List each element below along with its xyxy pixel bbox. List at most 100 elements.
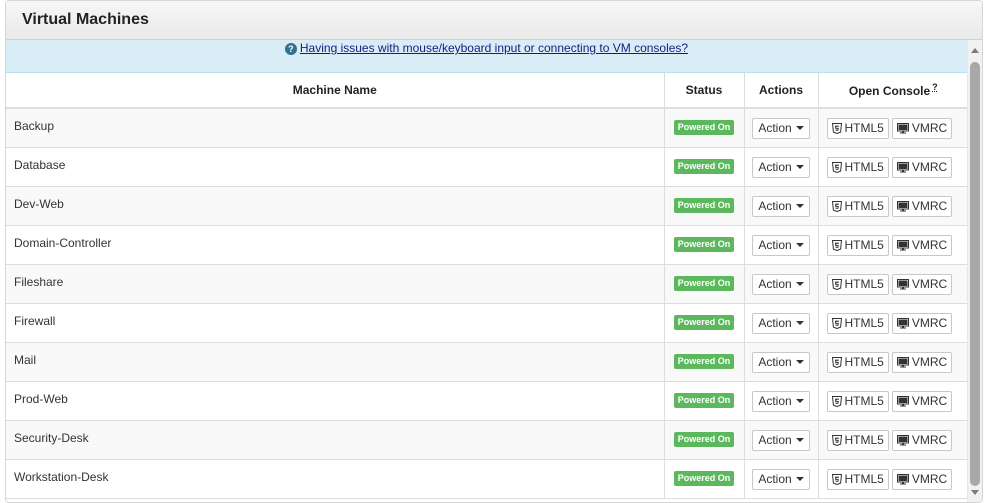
- status-badge: Powered On: [673, 470, 735, 486]
- monitor-icon: [896, 316, 909, 335]
- action-dropdown-button[interactable]: Action: [752, 468, 810, 490]
- question-circle-icon: ?: [284, 43, 297, 55]
- vmrc-console-button[interactable]: VMRC: [891, 429, 953, 452]
- vmrc-console-button[interactable]: VMRC: [891, 234, 953, 257]
- status-cell: Powered On: [664, 381, 745, 421]
- vmrc-button-label: VMRC: [911, 432, 948, 447]
- action-button-label: Action: [758, 315, 792, 330]
- monitor-icon: [896, 238, 909, 257]
- column-header-status: Status: [664, 73, 745, 109]
- monitor-icon: [896, 355, 909, 374]
- table-row: Workstation-Desk Powered On Action HTML5 VMR…: [6, 459, 967, 499]
- vmrc-button-label: VMRC: [911, 276, 948, 291]
- action-button-label: Action: [758, 276, 792, 291]
- vm-panel: Virtual Machines ? Having issues with mou…: [5, 0, 983, 503]
- html5-console-button[interactable]: HTML5: [826, 390, 889, 412]
- caret-down-icon: [795, 320, 804, 325]
- action-button-label: Action: [758, 237, 792, 252]
- caret-down-icon: [795, 437, 804, 442]
- vmrc-button-label: VMRC: [911, 198, 948, 213]
- status-cell: Powered On: [664, 147, 745, 187]
- monitor-icon: [896, 472, 909, 491]
- machine-name: Prod-Web: [6, 381, 665, 421]
- console-help-link[interactable]: Having issues with mouse/keyboard input …: [300, 41, 688, 55]
- machine-name: Firewall: [6, 303, 665, 343]
- caret-down-icon: [795, 281, 804, 286]
- status-cell: Powered On: [664, 342, 745, 382]
- status-badge: Powered On: [673, 197, 735, 213]
- machine-name: Fileshare: [6, 264, 665, 304]
- scroll-down-arrow-icon[interactable]: [971, 490, 979, 495]
- column-header-machine-name: Machine Name: [6, 73, 665, 109]
- vmrc-console-button[interactable]: VMRC: [891, 118, 953, 139]
- html5-button-label: HTML5: [844, 432, 884, 447]
- actions-cell: Action: [744, 264, 819, 304]
- scroll-up-arrow-icon[interactable]: [971, 48, 979, 53]
- html5-icon: [831, 199, 842, 218]
- status-cell: Powered On: [664, 420, 745, 460]
- html5-button-label: HTML5: [844, 315, 884, 330]
- panel-title: Virtual Machines: [6, 1, 982, 40]
- panel-body: ? Having issues with mouse/keyboard input…: [6, 40, 982, 502]
- actions-cell: Action: [744, 186, 819, 226]
- html5-button-label: HTML5: [844, 393, 884, 408]
- vmrc-button-label: VMRC: [911, 237, 948, 252]
- html5-console-button[interactable]: HTML5: [826, 312, 889, 335]
- html5-icon: [831, 238, 842, 257]
- html5-button-label: HTML5: [844, 471, 884, 486]
- action-button-label: Action: [758, 471, 792, 486]
- table-row: Prod-Web Powered On Action HTML5 VMRC: [6, 381, 967, 421]
- vmrc-button-label: VMRC: [911, 471, 948, 486]
- action-button-label: Action: [758, 121, 792, 135]
- status-cell: Powered On: [664, 264, 745, 304]
- actions-cell: Action: [744, 147, 819, 187]
- html5-console-button[interactable]: HTML5: [826, 118, 889, 139]
- console-help-icon[interactable]: ?: [932, 82, 938, 92]
- monitor-icon: [896, 433, 909, 452]
- vmrc-console-button[interactable]: VMRC: [891, 195, 953, 217]
- vmrc-console-button[interactable]: VMRC: [891, 390, 953, 412]
- caret-down-icon: [795, 164, 804, 169]
- action-dropdown-button[interactable]: Action: [752, 273, 810, 295]
- console-cell: HTML5 VMRC: [818, 420, 967, 460]
- column-header-actions: Actions: [744, 73, 819, 109]
- html5-console-button[interactable]: HTML5: [826, 273, 889, 295]
- action-dropdown-button[interactable]: Action: [752, 351, 810, 373]
- scrollbar-thumb[interactable]: [970, 62, 980, 486]
- vmrc-console-button[interactable]: VMRC: [891, 468, 953, 491]
- action-dropdown-button[interactable]: Action: [752, 234, 810, 256]
- html5-console-button[interactable]: HTML5: [826, 195, 889, 218]
- table-row: Dev-Web Powered On Action HTML5 VMRC: [6, 186, 967, 226]
- vmrc-console-button[interactable]: VMRC: [891, 351, 953, 374]
- console-cell: HTML5 VMRC: [818, 381, 967, 421]
- action-dropdown-button[interactable]: Action: [752, 156, 810, 178]
- open-console-label: Open Console: [848, 84, 931, 98]
- console-cell: HTML5 VMRC: [818, 342, 967, 382]
- action-dropdown-button[interactable]: Action: [752, 312, 810, 334]
- html5-console-button[interactable]: HTML5: [826, 429, 889, 451]
- vertical-scrollbar[interactable]: [967, 40, 982, 502]
- actions-cell: Action: [744, 420, 819, 460]
- html5-button-label: HTML5: [844, 121, 884, 135]
- actions-cell: Action: [744, 225, 819, 265]
- action-dropdown-button[interactable]: Action: [752, 429, 810, 451]
- action-dropdown-button[interactable]: Action: [752, 118, 810, 139]
- html5-console-button[interactable]: HTML5: [826, 156, 889, 178]
- status-badge: Powered On: [673, 275, 735, 291]
- html5-icon: [831, 472, 842, 491]
- vmrc-button-label: VMRC: [911, 354, 948, 369]
- console-cell: HTML5 VMRC: [818, 225, 967, 265]
- vmrc-console-button[interactable]: VMRC: [891, 156, 953, 178]
- status-badge: Powered On: [673, 353, 735, 369]
- html5-console-button[interactable]: HTML5: [826, 468, 889, 491]
- console-cell: HTML5 VMRC: [818, 186, 967, 226]
- table-row: Security-Desk Powered On Action HTML5 VMRC: [6, 420, 967, 460]
- html5-icon: [831, 316, 842, 335]
- caret-down-icon: [795, 359, 804, 364]
- html5-console-button[interactable]: HTML5: [826, 234, 889, 257]
- vmrc-console-button[interactable]: VMRC: [891, 273, 953, 295]
- action-dropdown-button[interactable]: Action: [752, 390, 810, 412]
- vmrc-console-button[interactable]: VMRC: [891, 312, 953, 335]
- action-dropdown-button[interactable]: Action: [752, 195, 810, 217]
- html5-console-button[interactable]: HTML5: [826, 351, 889, 373]
